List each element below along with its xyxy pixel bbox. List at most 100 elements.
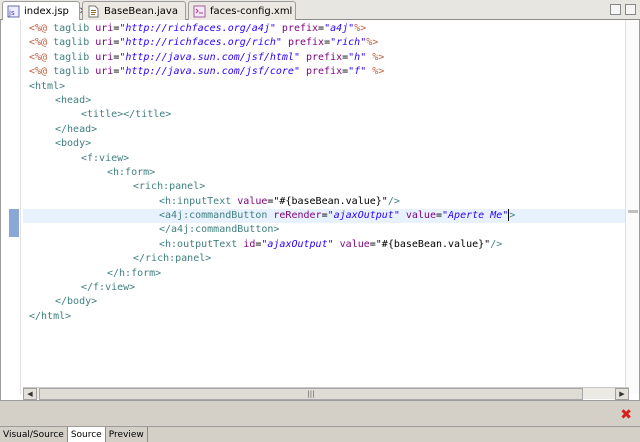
- svg-text:js: js: [8, 9, 15, 17]
- code-token: </f:view>: [81, 282, 136, 294]
- code-token: <%@: [29, 23, 54, 34]
- code-token: uri: [95, 51, 114, 63]
- code-token: value: [237, 195, 268, 207]
- code-token: </body>: [55, 296, 98, 308]
- code-token: "http://java.sun.com/jsf/core": [119, 66, 300, 78]
- code-token: />: [387, 195, 400, 207]
- code-line[interactable]: <a4j:commandButton reRender="ajaxOutput"…: [23, 209, 625, 224]
- code-line[interactable]: <rich:panel>: [23, 180, 625, 194]
- code-area[interactable]: <%@ taglib uri="http://richfaces.org/a4j…: [23, 22, 625, 377]
- code-line[interactable]: </a4j:commandButton>: [23, 223, 625, 237]
- code-token: <rich:panel>: [133, 181, 206, 193]
- code-token: %>: [372, 66, 385, 78]
- overview-marker[interactable]: [628, 210, 638, 213]
- code-token: prefix: [306, 66, 343, 78]
- code-token: id: [243, 238, 256, 250]
- overview-ruler: [625, 20, 639, 394]
- code-line[interactable]: <title></title>: [23, 108, 625, 122]
- code-token: taglib: [53, 23, 96, 34]
- code-token: value: [405, 210, 436, 222]
- code-line[interactable]: </html>: [23, 310, 625, 324]
- code-line[interactable]: <head>: [23, 94, 625, 108]
- code-token: <h:form>: [107, 166, 156, 178]
- source-editor[interactable]: <%@ taglib uri="http://richfaces.org/a4j…: [0, 20, 640, 400]
- code-line[interactable]: <body>: [23, 137, 625, 151]
- window-controls: [610, 4, 636, 15]
- maximize-icon[interactable]: [625, 4, 636, 15]
- code-token: <%@: [29, 51, 54, 63]
- code-token: "http://java.sun.com/jsf/html": [119, 51, 300, 63]
- code-line[interactable]: <%@ taglib uri="http://richfaces.org/ric…: [23, 36, 625, 50]
- code-token: uri: [95, 37, 114, 49]
- code-token: <f:view>: [81, 152, 130, 164]
- code-token: "h": [348, 51, 367, 63]
- code-line[interactable]: <f:view>: [23, 152, 625, 166]
- code-token: %>: [372, 51, 385, 63]
- tab-label: BaseBean.java: [104, 5, 178, 17]
- editor-tab-bar: js index.jsp ✕ BaseBean.java faces-confi…: [0, 0, 640, 21]
- editor-mode-tabs: Visual/Source Source Preview: [0, 426, 640, 442]
- code-token: "f": [348, 66, 367, 78]
- arrow-right-icon: ▶: [619, 390, 625, 398]
- jsp-file-icon: js: [7, 5, 20, 18]
- code-line[interactable]: <h:outputText id="ajaxOutput" value="#{b…: [23, 238, 625, 252]
- code-token: <body>: [55, 138, 92, 150]
- tab-visual-source[interactable]: Visual/Source: [0, 427, 68, 442]
- code-token: "Aperte Me": [442, 210, 509, 222]
- code-line[interactable]: </body>: [23, 295, 625, 309]
- code-line[interactable]: </rich:panel>: [23, 252, 625, 266]
- tab-faces-config-xml[interactable]: faces-config.xml: [188, 1, 296, 20]
- code-token: />: [490, 238, 503, 250]
- status-area: ✖: [0, 400, 640, 426]
- minimize-icon[interactable]: [610, 4, 621, 15]
- code-token: <%@: [29, 37, 54, 49]
- code-line[interactable]: <h:inputText value="#{baseBean.value}"/>: [23, 195, 625, 209]
- code-token: <%@: [29, 66, 54, 78]
- code-token: "a4j": [324, 23, 355, 34]
- tab-preview[interactable]: Preview: [106, 427, 148, 442]
- scroll-left-button[interactable]: ◀: [23, 388, 37, 400]
- code-token: "ajaxOutput": [261, 238, 334, 250]
- code-token: %>: [354, 23, 367, 34]
- code-token: ="#{baseBean.value}": [369, 238, 491, 250]
- tab-basebean-java[interactable]: BaseBean.java: [82, 1, 186, 20]
- code-token: <title></title>: [81, 109, 172, 121]
- horizontal-scrollbar[interactable]: ◀ ||| ▶: [23, 387, 629, 400]
- code-token: </a4j:commandButton>: [159, 224, 280, 236]
- code-line[interactable]: </h:form>: [23, 267, 625, 281]
- error-icon[interactable]: ✖: [620, 407, 632, 423]
- code-token: prefix: [306, 51, 343, 63]
- code-token: taglib: [53, 37, 96, 49]
- grip-icon: |||: [307, 390, 315, 398]
- code-line[interactable]: <html>: [23, 80, 625, 94]
- code-line[interactable]: <h:form>: [23, 166, 625, 180]
- tab-index-jsp[interactable]: js index.jsp ✕: [2, 1, 87, 21]
- code-token: %>: [366, 37, 379, 49]
- code-token: </rich:panel>: [133, 253, 212, 265]
- tab-source[interactable]: Source: [67, 427, 106, 442]
- code-line[interactable]: <%@ taglib uri="http://java.sun.com/jsf/…: [23, 51, 625, 65]
- code-line[interactable]: </f:view>: [23, 281, 625, 295]
- code-token: reRender: [273, 210, 322, 222]
- code-line[interactable]: </head>: [23, 123, 625, 137]
- code-line[interactable]: <%@ taglib uri="http://java.sun.com/jsf/…: [23, 65, 625, 79]
- tab-label: faces-config.xml: [210, 5, 293, 17]
- xml-file-icon: [193, 5, 206, 18]
- code-line[interactable]: <%@ taglib uri="http://richfaces.org/a4j…: [23, 22, 625, 36]
- code-token: prefix: [281, 23, 319, 34]
- scroll-thumb[interactable]: |||: [39, 388, 583, 400]
- code-token: value: [339, 238, 370, 250]
- code-token: uri: [95, 23, 114, 34]
- code-token: prefix: [287, 37, 325, 49]
- code-token: "ajaxOutput": [327, 210, 400, 222]
- code-token: "http://richfaces.org/a4j": [119, 23, 276, 34]
- scroll-right-button[interactable]: ▶: [615, 388, 629, 400]
- code-token: ="#{baseBean.value}": [267, 195, 388, 207]
- code-token: <h:outputText: [159, 238, 244, 250]
- arrow-left-icon: ◀: [27, 390, 33, 398]
- code-token: taglib: [53, 51, 96, 63]
- code-token: <a4j:commandButton: [159, 210, 274, 222]
- code-token: </head>: [55, 123, 98, 135]
- code-token: </html>: [29, 310, 72, 322]
- code-token: >: [509, 210, 516, 222]
